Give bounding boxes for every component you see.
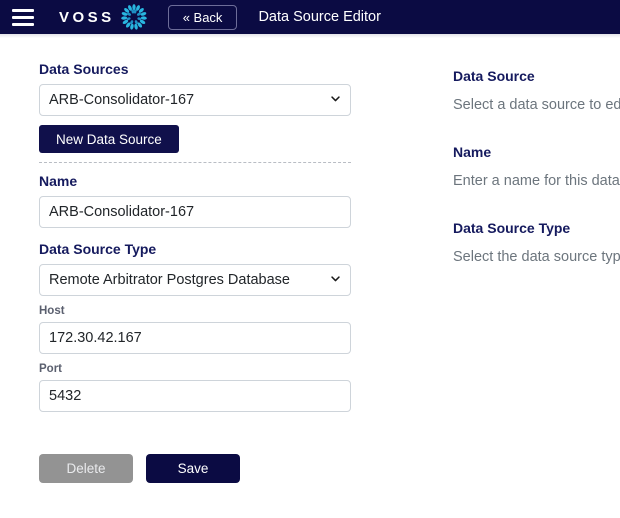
hamburger-bar — [12, 15, 34, 19]
page-title: Data Source Editor — [258, 9, 381, 25]
help-text: Select a data source to ed — [453, 97, 620, 113]
help-block: Data Source Type Select the data source … — [453, 220, 620, 266]
form-actions: Delete Save — [39, 454, 351, 483]
data-source-type-label: Data Source Type — [39, 241, 157, 257]
data-source-type-select[interactable]: Remote Arbitrator Postgres Database — [39, 264, 351, 296]
save-button[interactable]: Save — [146, 454, 240, 483]
help-block: Data Source Select a data source to ed — [453, 68, 620, 114]
back-button[interactable]: « Back — [167, 4, 238, 30]
data-source-type-select-wrapper: Remote Arbitrator Postgres Database — [39, 264, 351, 296]
hamburger-bar — [12, 8, 34, 12]
host-input[interactable] — [39, 322, 351, 354]
help-text: Select the data source typ — [453, 249, 620, 265]
port-label: Port — [39, 363, 62, 375]
data-source-form: Data Sources ARB-Consolidator-167 New Da… — [39, 61, 351, 483]
content-area: Data Sources ARB-Consolidator-167 New Da… — [0, 38, 620, 518]
help-title: Data Source — [453, 68, 535, 84]
data-sources-select[interactable]: ARB-Consolidator-167 — [39, 84, 351, 116]
help-panel: Data Source Select a data source to ed N… — [453, 68, 620, 296]
new-data-source-button[interactable]: New Data Source — [39, 125, 179, 153]
help-block: Name Enter a name for this data — [453, 144, 620, 190]
app-header: VOSS « Back Data Source Editor — [0, 0, 620, 34]
hamburger-bar — [12, 22, 34, 26]
host-label: Host — [39, 305, 65, 317]
brand-logo[interactable]: VOSS — [59, 2, 149, 32]
name-input[interactable] — [39, 196, 351, 228]
data-sources-label: Data Sources — [39, 61, 129, 77]
port-input[interactable] — [39, 380, 351, 412]
voss-radial-logo-icon — [120, 4, 147, 30]
brand-wordmark: VOSS — [59, 8, 115, 26]
hamburger-menu-icon[interactable] — [12, 8, 34, 26]
help-title: Name — [453, 144, 492, 160]
help-title: Data Source Type — [453, 220, 571, 236]
help-text: Enter a name for this data — [453, 173, 620, 189]
form-divider — [39, 162, 351, 163]
name-label: Name — [39, 173, 78, 189]
data-sources-select-wrapper: ARB-Consolidator-167 — [39, 84, 351, 116]
delete-button[interactable]: Delete — [39, 454, 133, 483]
